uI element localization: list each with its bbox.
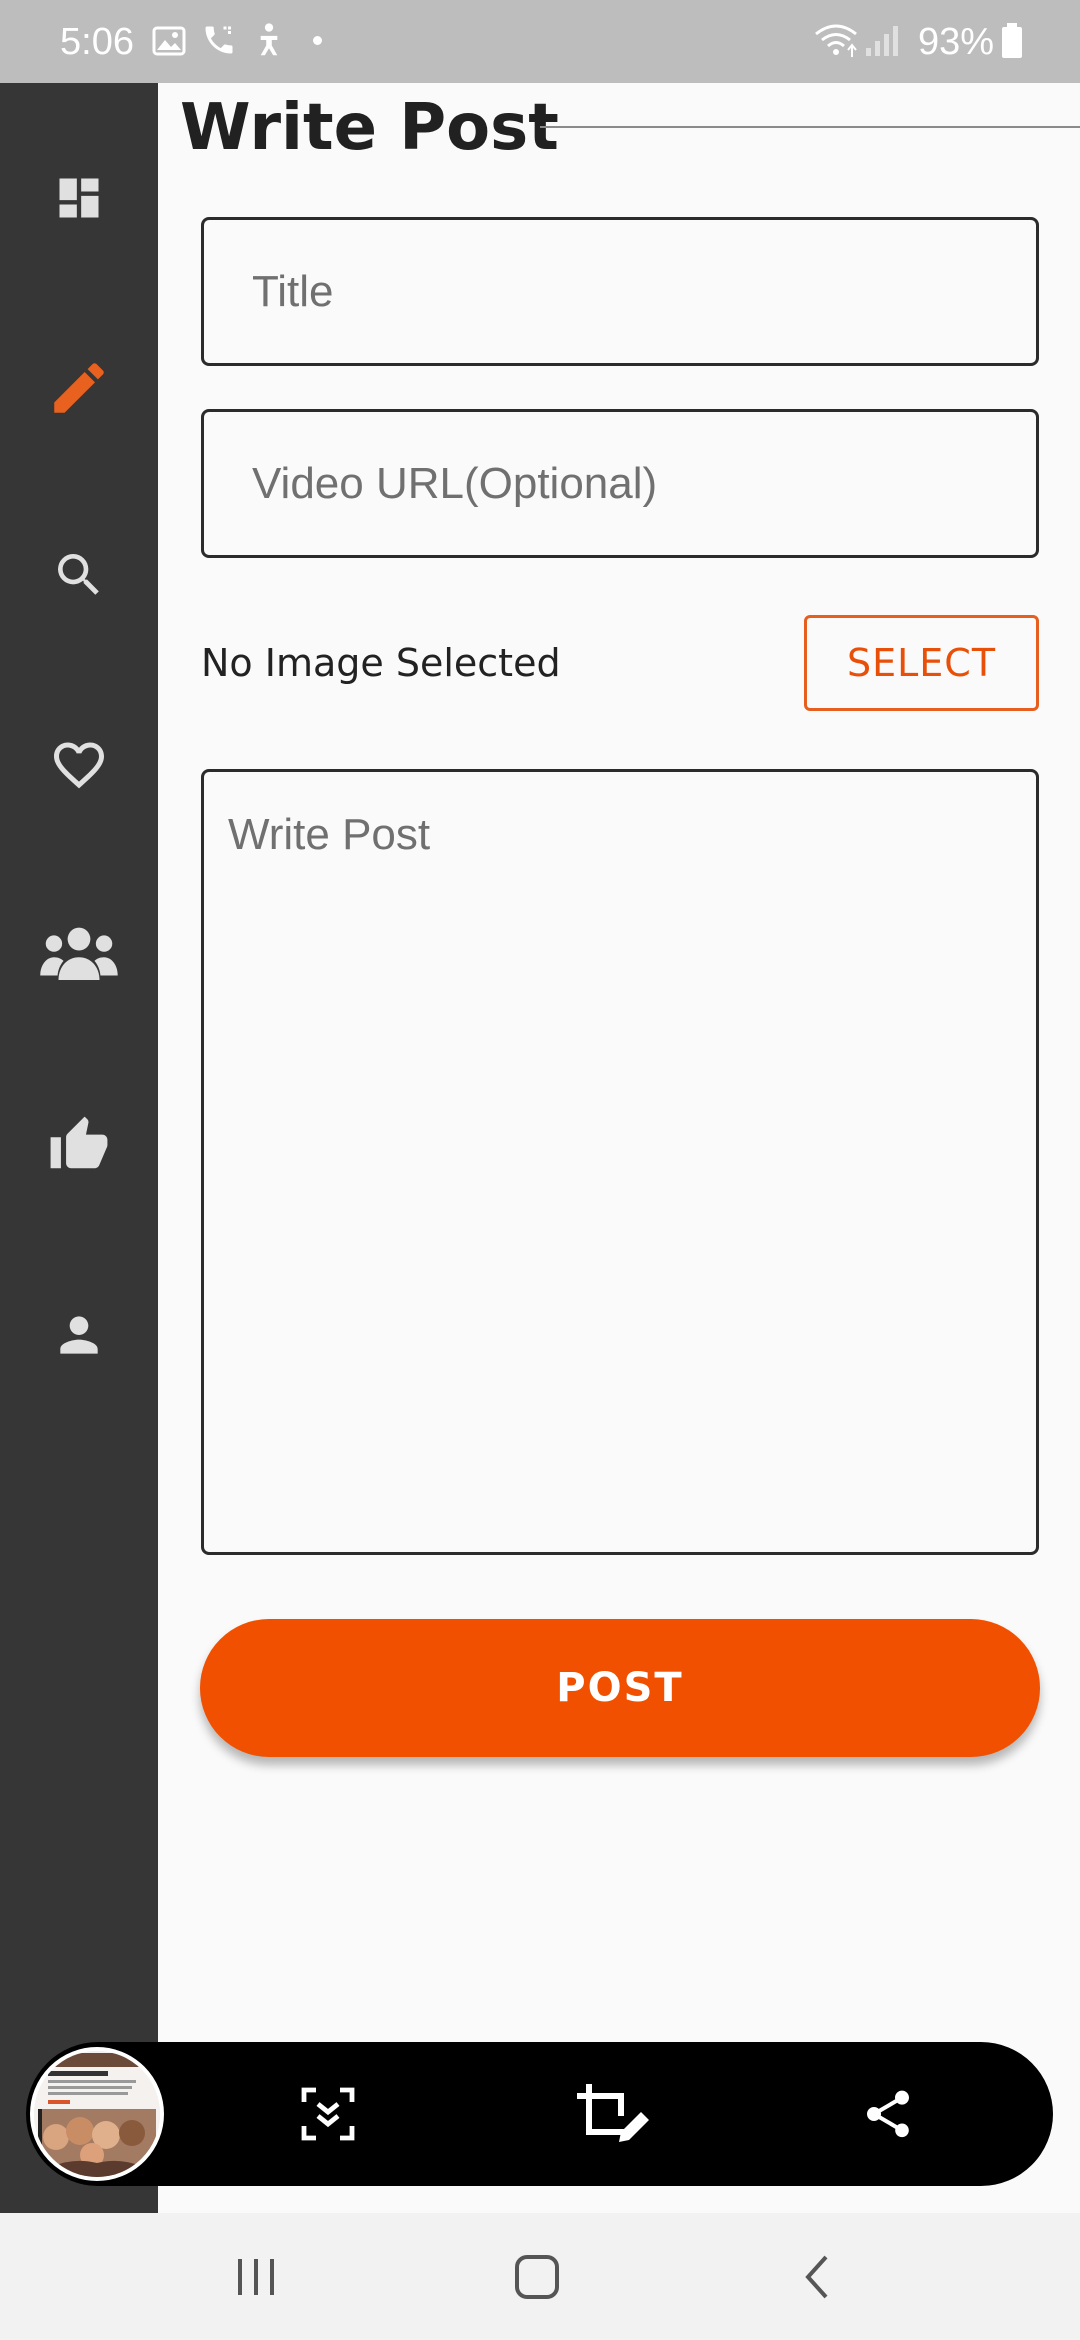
crop-edit-icon bbox=[577, 2084, 649, 2142]
person-icon bbox=[60, 1316, 98, 1354]
dot-icon bbox=[313, 36, 322, 45]
share-button[interactable] bbox=[832, 2058, 944, 2170]
recents-button[interactable] bbox=[196, 2223, 316, 2331]
people-icon bbox=[40, 927, 118, 981]
screenshot-preview-image bbox=[34, 2051, 160, 2177]
sidebar-item-likes[interactable] bbox=[18, 1084, 140, 1206]
share-icon bbox=[867, 2090, 909, 2138]
status-bar: 5:06 93% bbox=[0, 0, 1080, 83]
dashboard-icon bbox=[59, 178, 99, 218]
home-button[interactable] bbox=[477, 2223, 597, 2331]
post-body-textarea[interactable] bbox=[201, 769, 1039, 1555]
video-url-input[interactable] bbox=[201, 409, 1039, 558]
title-input[interactable] bbox=[201, 217, 1039, 366]
search-icon bbox=[58, 554, 99, 595]
title-divider bbox=[540, 126, 1080, 128]
sidebar-item-favorites[interactable] bbox=[18, 704, 140, 826]
back-button[interactable] bbox=[758, 2223, 878, 2331]
wifi-icon bbox=[815, 24, 857, 57]
thumbs-up-icon bbox=[50, 1116, 108, 1169]
sidebar-item-search[interactable] bbox=[18, 514, 140, 636]
signal-icon bbox=[866, 26, 898, 56]
accessibility-icon bbox=[260, 23, 278, 56]
recents-icon bbox=[238, 2259, 274, 2295]
sidebar-item-dashboard[interactable] bbox=[18, 137, 140, 259]
back-icon bbox=[805, 2255, 828, 2299]
scroll-capture-icon bbox=[301, 2087, 355, 2141]
post-button[interactable]: POST bbox=[200, 1619, 1040, 1757]
sidebar-item-write[interactable] bbox=[18, 327, 140, 449]
pencil-icon bbox=[54, 363, 104, 413]
select-image-button[interactable]: SELECT bbox=[804, 615, 1039, 711]
image-status-label: No Image Selected bbox=[201, 641, 561, 685]
battery-percent: 93% bbox=[918, 21, 995, 63]
sidebar-item-profile[interactable] bbox=[18, 1274, 140, 1396]
sidebar bbox=[0, 83, 158, 2213]
home-icon bbox=[515, 2255, 559, 2299]
heart-icon bbox=[54, 742, 104, 789]
status-time: 5:06 bbox=[60, 21, 134, 63]
gallery-icon bbox=[152, 26, 186, 56]
scroll-capture-button[interactable] bbox=[272, 2058, 384, 2170]
page-title: Write Post bbox=[180, 91, 559, 165]
battery-icon bbox=[1002, 23, 1022, 58]
crop-edit-button[interactable] bbox=[555, 2058, 667, 2170]
screenshot-thumbnail[interactable] bbox=[30, 2047, 164, 2181]
phone-call-icon bbox=[205, 26, 233, 54]
sidebar-item-groups[interactable] bbox=[18, 894, 140, 1016]
